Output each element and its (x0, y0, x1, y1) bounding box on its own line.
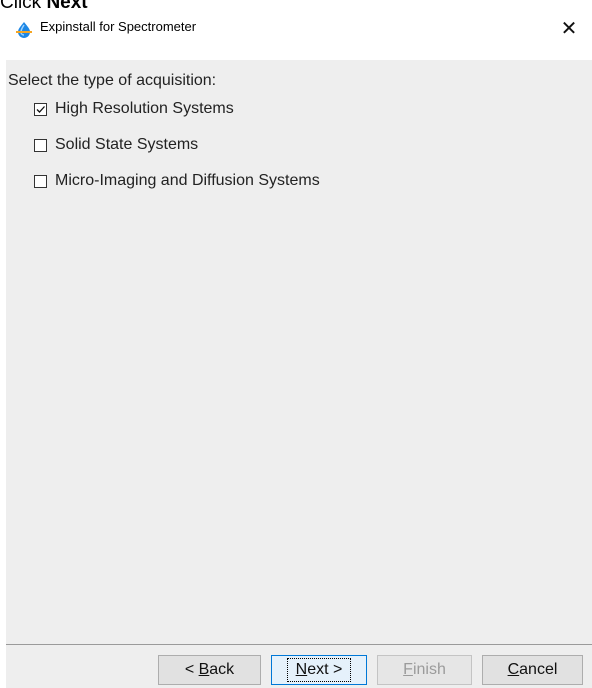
checkbox-high-resolution[interactable] (34, 102, 47, 116)
cancel-button[interactable]: Cancel (482, 655, 583, 685)
acquisition-prompt: Select the type of acquisition: (8, 72, 217, 89)
window-title: Expinstall for Spectrometer (40, 19, 197, 34)
cancel-mnemonic: C (507, 661, 520, 678)
option-micro-imaging[interactable]: Micro-Imaging and Diffusion Systems (34, 170, 320, 192)
spectrometer-app-icon (15, 21, 33, 39)
checkmark-icon (36, 105, 45, 113)
wizard-content-panel: Select the type of acquisition: High Res… (6, 60, 592, 644)
next-mnemonic: N (295, 661, 308, 678)
title-bar: Expinstall for Spectrometer ✕ (0, 10, 592, 46)
checkbox-micro-imaging[interactable] (34, 174, 47, 188)
option-label: High Resolution Systems (55, 100, 234, 117)
close-icon: ✕ (560, 17, 578, 40)
next-button-label: Next > (286, 658, 352, 682)
back-button-label: < Back (185, 661, 234, 679)
option-high-resolution[interactable]: High Resolution Systems (34, 98, 234, 120)
finish-mnemonic: F (403, 661, 413, 678)
finish-suffix: inish (412, 661, 446, 678)
next-suffix: ext > (307, 661, 343, 678)
next-button[interactable]: Next > (271, 655, 367, 685)
cancel-suffix: ancel (519, 661, 558, 678)
cancel-button-label: Cancel (508, 661, 558, 679)
finish-button-label: Finish (403, 661, 446, 679)
back-prefix: < (184, 661, 199, 678)
close-button[interactable]: ✕ (546, 10, 592, 46)
checkbox-solid-state[interactable] (34, 138, 47, 152)
wizard-button-bar: < Back Next > Finish Cancel (6, 645, 592, 688)
back-button[interactable]: < Back (158, 655, 261, 685)
option-label: Micro-Imaging and Diffusion Systems (55, 172, 320, 189)
option-label: Solid State Systems (55, 136, 199, 153)
back-suffix: ack (209, 661, 235, 678)
back-mnemonic: B (198, 661, 210, 678)
finish-button[interactable]: Finish (377, 655, 472, 685)
option-solid-state[interactable]: Solid State Systems (34, 134, 198, 156)
